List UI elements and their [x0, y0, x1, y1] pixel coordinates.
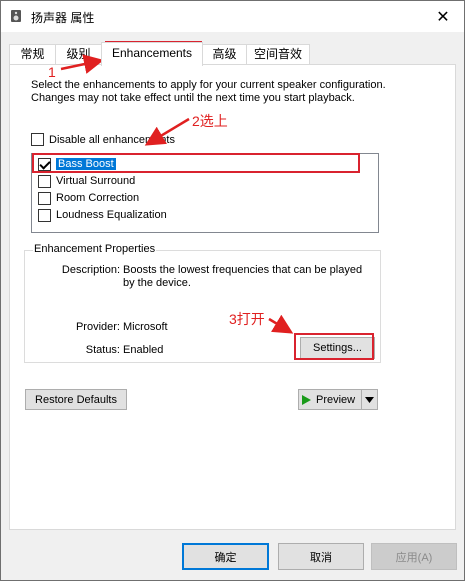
loudness-equalization-checkbox[interactable]: [38, 208, 51, 222]
restore-defaults-button[interactable]: Restore Defaults: [25, 389, 127, 410]
enhancements-description: Select the enhancements to apply for you…: [31, 79, 386, 104]
status-label: Status:: [85, 344, 120, 356]
description-label: Description:: [61, 264, 120, 276]
close-icon: ✕: [436, 8, 450, 26]
properties-dialog: 扬声器 属性 ✕ 常规 级别 Enhancements 高级 空间音效 Sele…: [0, 0, 465, 581]
speaker-icon: [11, 10, 21, 22]
chevron-down-icon: [365, 396, 374, 403]
close-button[interactable]: ✕: [422, 1, 464, 32]
list-item[interactable]: Room Correction: [38, 190, 139, 206]
virtual-surround-checkbox[interactable]: [38, 174, 51, 188]
tab-levels[interactable]: 级别: [55, 44, 102, 64]
tab-spatial-sound[interactable]: 空间音效: [246, 44, 310, 64]
status-value: Enabled: [123, 344, 164, 356]
ok-button[interactable]: 确定: [182, 543, 269, 570]
description-value: Boosts the lowest frequencies that can b…: [123, 264, 363, 289]
annotation-step1: 1: [48, 64, 56, 80]
list-item-label: Virtual Surround: [56, 175, 136, 187]
list-item[interactable]: Virtual Surround: [38, 173, 135, 189]
preview-dropdown[interactable]: [361, 390, 377, 409]
list-item-label: Room Correction: [56, 192, 140, 204]
apply-button[interactable]: 应用(A): [371, 543, 457, 570]
provider-label: Provider:: [75, 321, 120, 333]
room-correction-checkbox[interactable]: [38, 191, 51, 205]
list-item-label: Loudness Equalization: [56, 209, 167, 221]
annotation-step2: 2选上: [192, 113, 228, 129]
title-bar[interactable]: 扬声器 属性 ✕: [1, 1, 464, 32]
annotation-step3: 3打开: [229, 311, 265, 327]
window-title: 扬声器 属性: [31, 11, 95, 25]
tab-advanced[interactable]: 高级: [202, 44, 247, 64]
enhancements-panel: Select the enhancements to apply for you…: [9, 64, 456, 530]
play-icon: [302, 394, 311, 405]
disable-all-checkbox[interactable]: [31, 133, 44, 146]
disable-all-label: Disable all enhancements: [49, 133, 175, 146]
provider-value: Microsoft: [123, 321, 168, 333]
disable-all-row[interactable]: Disable all enhancements: [31, 133, 175, 146]
annotation-box-settings: [294, 333, 374, 360]
group-title: Enhancement Properties: [33, 243, 157, 255]
list-item[interactable]: Loudness Equalization: [38, 207, 167, 223]
preview-button[interactable]: Preview: [298, 389, 378, 410]
tab-general[interactable]: 常规: [9, 44, 56, 64]
annotation-box-bass-boost: [32, 153, 360, 173]
cancel-button[interactable]: 取消: [278, 543, 364, 570]
tab-enhancements[interactable]: Enhancements: [101, 42, 203, 66]
